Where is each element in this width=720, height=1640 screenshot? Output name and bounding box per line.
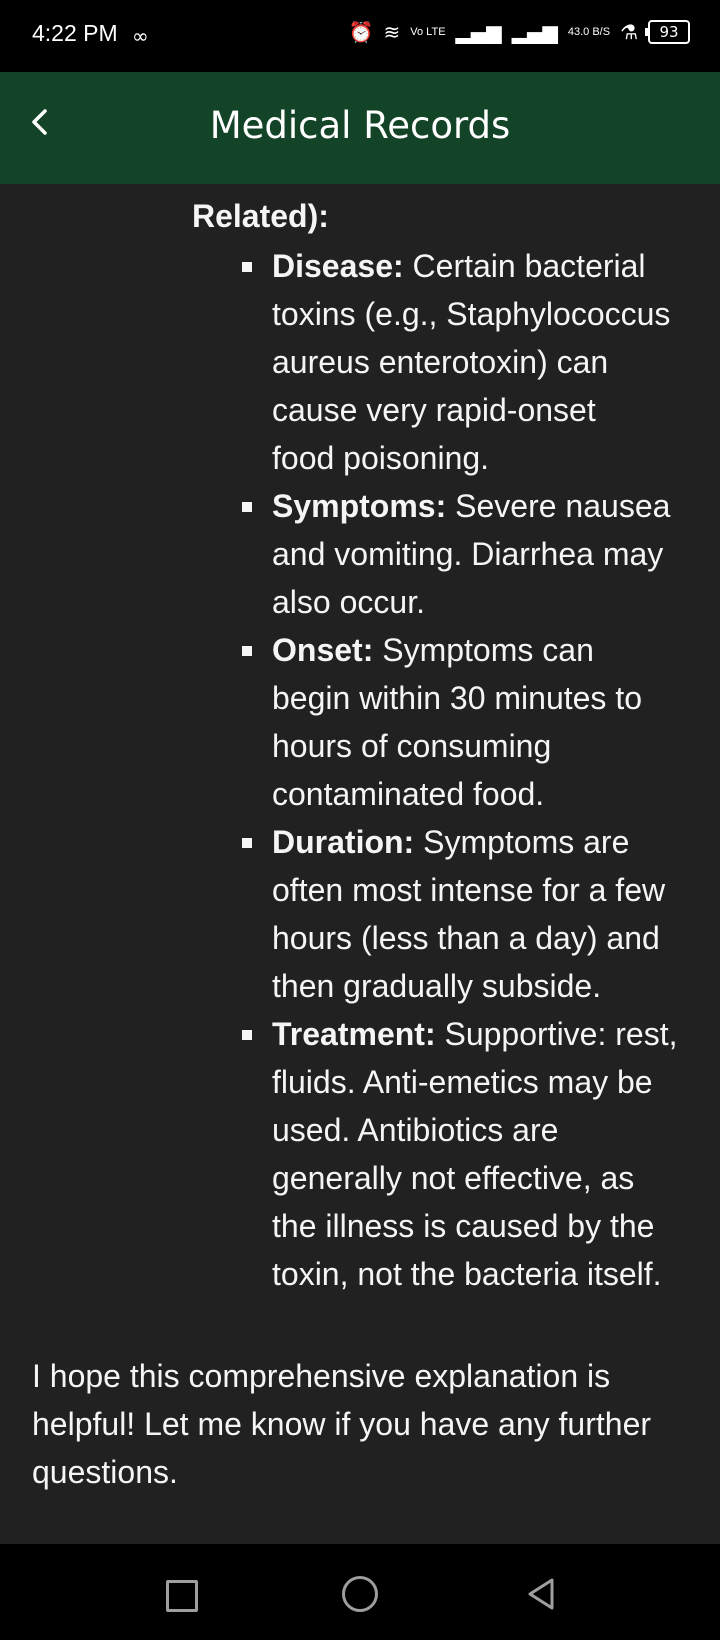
- wifi-icon: ≋: [383, 20, 401, 44]
- flask-icon: ⚗: [620, 20, 638, 44]
- battery-icon: 93: [645, 20, 690, 44]
- status-time: 4:22 PM: [32, 20, 118, 46]
- recents-button[interactable]: [166, 1580, 198, 1612]
- item-label: Disease:: [272, 248, 404, 284]
- bullet-icon: [242, 262, 252, 272]
- status-bar: 4:22 PM ∞ ⏰ ≋ Vo LTE ▂▄▆ ▂▄▆ 43.0 B/S ⚗ …: [0, 0, 720, 72]
- list-item: Disease: Certain bacterial toxins (e.g.,…: [242, 242, 692, 482]
- bullet-icon: [242, 646, 252, 656]
- system-back-button[interactable]: [524, 1576, 558, 1612]
- record-content: ▬▬▬▬▬▬▬▬ ▬ ▬ Related): Disease: Certain …: [0, 184, 720, 1544]
- item-label: Symptoms:: [272, 488, 447, 524]
- closing-paragraph: I hope this comprehensive explanation is…: [32, 1358, 652, 1490]
- bullet-list: Disease: Certain bacterial toxins (e.g.,…: [242, 242, 692, 1298]
- alarm-icon: ⏰: [348, 20, 374, 44]
- clipped-text: ▬▬▬▬▬▬▬▬ ▬ ▬: [192, 184, 530, 191]
- signal-icon-2: ▂▄▆: [511, 20, 558, 44]
- bullet-icon: [242, 1030, 252, 1040]
- app-bar: Medical Records: [0, 72, 720, 184]
- bullet-icon: [242, 502, 252, 512]
- incognito-icon: ∞: [132, 24, 149, 48]
- signal-icon: ▂▄▆: [455, 20, 502, 44]
- page-title: Medical Records: [209, 104, 511, 147]
- bullet-icon: [242, 838, 252, 848]
- item-label: Onset:: [272, 632, 374, 668]
- lte-indicator: Vo LTE: [410, 25, 446, 38]
- list-item: Symptoms: Severe nausea and vomiting. Di…: [242, 482, 692, 626]
- item-label: Treatment:: [272, 1016, 436, 1052]
- status-icons: ⏰ ≋ Vo LTE ▂▄▆ ▂▄▆ 43.0 B/S ⚗ 93: [349, 20, 690, 44]
- section-heading: Related):: [192, 198, 329, 234]
- list-item: Onset: Symptoms can begin within 30 minu…: [242, 626, 692, 818]
- list-item: Duration: Symptoms are often most intens…: [242, 818, 692, 1010]
- network-speed: 43.0 B/S: [567, 25, 611, 38]
- item-label: Duration:: [272, 824, 415, 860]
- list-item: Treatment: Supportive: rest, fluids. Ant…: [242, 1010, 692, 1298]
- home-button[interactable]: [342, 1576, 378, 1612]
